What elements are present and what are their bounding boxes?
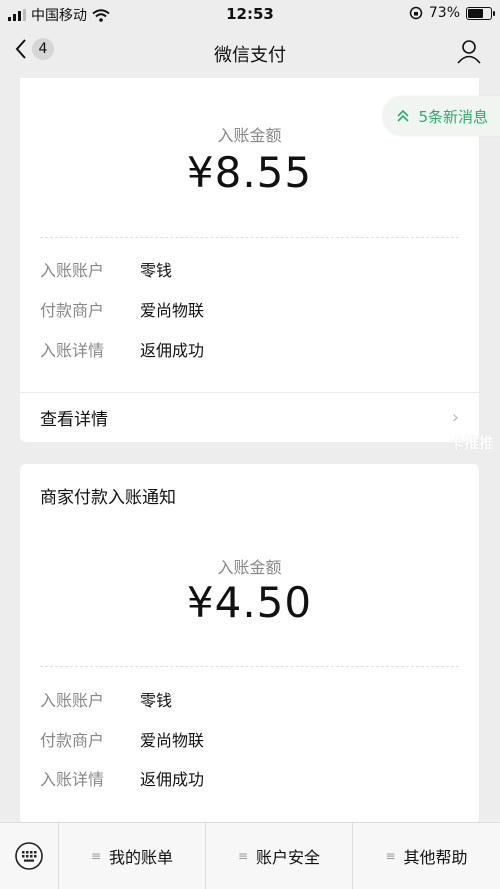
orientation-lock-icon bbox=[409, 6, 423, 20]
battery-icon bbox=[466, 6, 495, 20]
amount-label: 入账金额 bbox=[217, 558, 282, 577]
info-row: 付款商户 爱尚物联 bbox=[40, 297, 204, 321]
tab-account-security[interactable]: ≡ 账户安全 bbox=[206, 823, 353, 889]
chevron-right-icon: › bbox=[451, 407, 459, 428]
info-value: 爱尚物联 bbox=[140, 301, 205, 320]
tab-my-bills[interactable]: ≡ 我的账单 bbox=[59, 823, 206, 889]
info-key: 入账详情 bbox=[40, 770, 105, 789]
divider bbox=[40, 666, 459, 667]
menu-icon: ≡ bbox=[237, 849, 249, 863]
status-right: 73% bbox=[409, 5, 495, 21]
tab-label: 我的账单 bbox=[109, 848, 174, 867]
divider bbox=[40, 237, 459, 238]
tab-other-help[interactable]: ≡ 其他帮助 bbox=[353, 823, 500, 889]
nav-bar: 4 微信支付 bbox=[0, 28, 500, 76]
view-details-link[interactable]: 查看详情 › bbox=[40, 405, 459, 430]
keyboard-toggle-button[interactable] bbox=[0, 823, 59, 889]
info-key: 入账账户 bbox=[40, 691, 105, 710]
bottom-menu-bar: ≡ 我的账单 ≡ 账户安全 ≡ 其他帮助 bbox=[0, 822, 500, 889]
info-row: 付款商户 爱尚物联 bbox=[40, 727, 204, 751]
menu-icon: ≡ bbox=[385, 849, 396, 863]
info-row: 入账账户 零钱 bbox=[40, 687, 172, 711]
tab-label: 其他帮助 bbox=[403, 848, 468, 867]
info-row: 入账账户 零钱 bbox=[40, 257, 172, 281]
view-details-label: 查看详情 bbox=[40, 410, 108, 430]
status-bar: 中国移动 12:53 73% bbox=[0, 0, 500, 28]
payment-card-2: 商家付款入账通知 入账金额 ¥4.50 入账账户 零钱 付款商户 爱尚物联 入账详情… bbox=[20, 464, 479, 824]
divider bbox=[20, 392, 479, 393]
info-value: 返佣成功 bbox=[140, 770, 205, 789]
info-key: 付款商户 bbox=[40, 731, 105, 750]
info-value: 零钱 bbox=[140, 261, 173, 280]
user-icon bbox=[457, 40, 481, 64]
info-key: 入账账户 bbox=[40, 261, 105, 280]
info-key: 付款商户 bbox=[40, 301, 105, 320]
double-chevron-up-icon bbox=[397, 109, 410, 122]
battery-fill bbox=[468, 8, 483, 18]
info-value: 返佣成功 bbox=[140, 341, 205, 360]
menu-icon: ≡ bbox=[90, 849, 102, 863]
amount-value: ¥8.55 bbox=[186, 148, 313, 197]
watermark: 卡推推 bbox=[448, 434, 494, 452]
info-row: 入账详情 返佣成功 bbox=[40, 337, 204, 361]
card-title: 商家付款入账通知 bbox=[40, 488, 176, 508]
info-value: 爱尚物联 bbox=[140, 731, 205, 750]
battery-percent: 73% bbox=[428, 5, 460, 21]
tab-label: 账户安全 bbox=[256, 848, 321, 867]
new-messages-label: 5条新消息 bbox=[418, 107, 488, 126]
new-messages-button[interactable]: 5条新消息 bbox=[382, 96, 500, 136]
info-row: 入账详情 返佣成功 bbox=[40, 766, 204, 790]
page-title: 微信支付 bbox=[214, 45, 286, 66]
amount-value: ¥4.50 bbox=[186, 578, 313, 627]
keyboard-icon bbox=[15, 842, 43, 870]
info-value: 零钱 bbox=[140, 691, 173, 710]
info-key: 入账详情 bbox=[40, 341, 105, 360]
user-button[interactable] bbox=[456, 38, 482, 68]
